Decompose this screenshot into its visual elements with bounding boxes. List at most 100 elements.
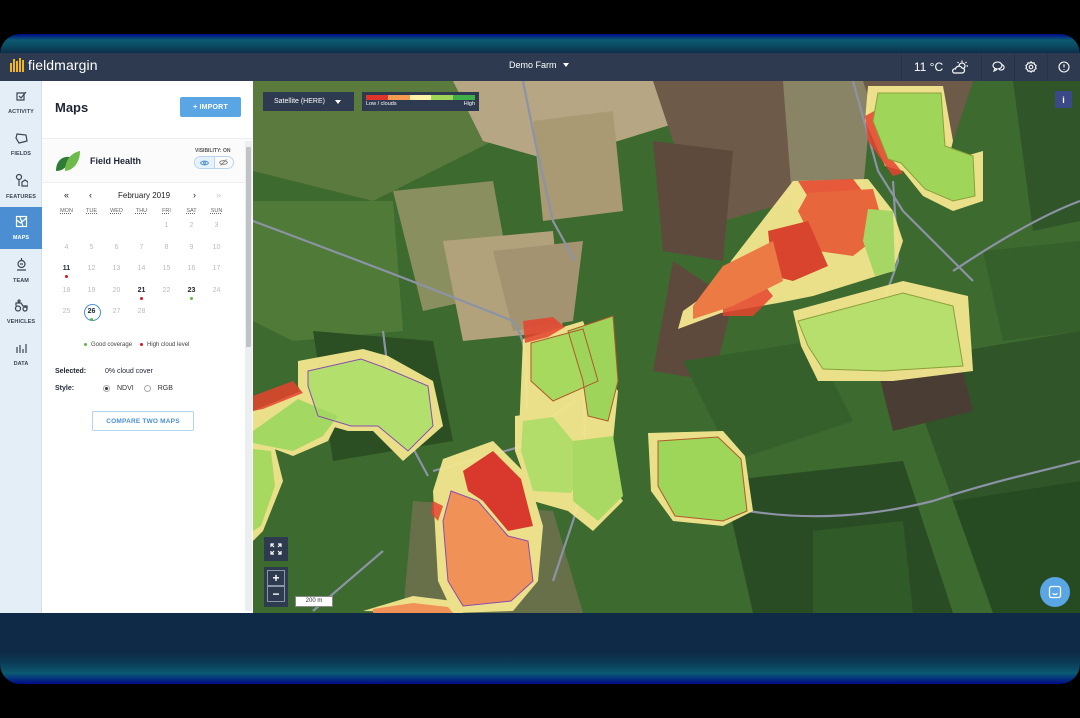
- features-icon: [15, 173, 29, 192]
- calendar-day-28: 28: [137, 308, 146, 315]
- ndvi-scale-step: [387, 95, 410, 100]
- sidebar-item-maps[interactable]: MAPS: [0, 207, 42, 249]
- calendar-day-12: 12: [87, 265, 96, 272]
- sidebar-item-activity[interactable]: ACTIVITY: [0, 81, 42, 123]
- messages-button[interactable]: [981, 53, 1014, 81]
- calendar-day-9: 9: [189, 243, 194, 251]
- calendar-day-13: 13: [112, 265, 121, 272]
- panel-scrollbar-thumb[interactable]: [246, 147, 251, 347]
- calendar-day-23[interactable]: 23: [179, 284, 204, 306]
- calendar-day-6: 6: [114, 243, 119, 251]
- satellite-map[interactable]: [253, 81, 1080, 613]
- sidebar-item-label: TEAM: [13, 277, 29, 284]
- calendar-day-20: 20: [112, 286, 121, 294]
- import-button[interactable]: + IMPORT: [180, 97, 241, 117]
- calendar-day-22: 22: [162, 286, 171, 294]
- calendar-day-11[interactable]: 11: [54, 262, 79, 284]
- high-cloud-dot-icon: [65, 275, 68, 278]
- eye-off-icon: [219, 159, 229, 166]
- style-radio-ndvi[interactable]: [103, 385, 110, 392]
- sidebar-item-label: DATA: [13, 361, 29, 367]
- partly-cloudy-icon: [952, 60, 969, 74]
- fields-icon: [14, 131, 28, 149]
- calendar-day-7: 7: [139, 243, 144, 251]
- weekday-header: WED: [110, 208, 123, 214]
- visibility-toggle[interactable]: [194, 156, 234, 169]
- zoom-out-button[interactable]: −: [267, 586, 285, 602]
- visibility-off-button[interactable]: [215, 157, 234, 168]
- selected-row: Selected: 0% cloud cover: [55, 368, 153, 375]
- calendar-day-2: 2: [189, 222, 194, 229]
- ndvi-legend: Low / clouds High: [362, 92, 479, 111]
- calendar-month: February 2019: [117, 191, 171, 200]
- sidebar-item-fields[interactable]: FIELDS: [0, 123, 42, 165]
- temperature: 11 °C: [913, 60, 944, 74]
- device-frame-bottom: [0, 612, 1080, 684]
- sidebar-item-data[interactable]: DATA: [0, 333, 42, 375]
- map-scale: 200 m: [295, 596, 333, 607]
- legend-high-label: High: [463, 101, 475, 107]
- compare-two-maps-button[interactable]: COMPARE TWO MAPS: [92, 411, 194, 431]
- calendar-day-4: 4: [64, 243, 69, 251]
- map-view[interactable]: Satellite (HERE) Low / clouds High i + −…: [253, 81, 1080, 613]
- next-month-button[interactable]: ›: [193, 190, 196, 200]
- fullscreen-button[interactable]: [264, 537, 288, 561]
- weekday-header: SUN: [210, 208, 223, 214]
- calendar-day-24: 24: [212, 286, 221, 294]
- ndvi-scale-step: [453, 95, 475, 100]
- sidebar-item-label: FIELDS: [10, 151, 32, 157]
- calendar-day-21[interactable]: 21: [129, 284, 154, 306]
- chevron-down-icon: [562, 63, 569, 67]
- layer-name: Field Health: [90, 156, 142, 166]
- style-option-ndvi[interactable]: NDVI: [117, 385, 134, 392]
- calendar-day-5: 5: [89, 243, 94, 251]
- help-button[interactable]: [1047, 53, 1080, 81]
- weather-widget[interactable]: 11 °C: [901, 53, 981, 81]
- basemap-selector[interactable]: Satellite (HERE): [263, 92, 354, 111]
- calendar-day-10: 10: [212, 243, 221, 251]
- help-icon: [1058, 61, 1070, 73]
- eye-icon: [199, 160, 209, 165]
- calendar-empty-cell: [104, 219, 129, 241]
- chat-icon: [991, 61, 1005, 73]
- calendar-empty-cell: [54, 219, 79, 241]
- style-radio-rgb[interactable]: [143, 385, 151, 392]
- calendar-day-19: 19: [87, 286, 96, 294]
- zoom-in-button[interactable]: +: [267, 570, 285, 586]
- logo-bars-icon: [10, 58, 24, 72]
- style-row: Style: NDVI RGB: [55, 385, 183, 392]
- sidebar-item-vehicles[interactable]: VEHICLES: [0, 291, 42, 333]
- style-option-rgb[interactable]: RGB: [158, 385, 173, 392]
- brand-logo[interactable]: fieldmargin: [10, 57, 98, 73]
- maps-panel: Maps + IMPORT Field Health VISIBILITY: O…: [42, 81, 253, 613]
- sidebar-item-features[interactable]: FEATURES: [0, 165, 42, 207]
- calendar-day-3: 3: [214, 222, 219, 229]
- farm-selector[interactable]: Demo Farm: [509, 60, 569, 70]
- visibility-on-button[interactable]: [195, 157, 215, 168]
- calendar-day-26[interactable]: 26: [79, 304, 104, 327]
- good-coverage-dot-icon: [90, 318, 93, 321]
- settings-button[interactable]: [1014, 53, 1047, 81]
- red-dot-icon: [140, 342, 144, 346]
- ndvi-scale-step: [431, 95, 454, 100]
- support-chat-button[interactable]: [1040, 577, 1070, 607]
- calendar-day-27: 27: [112, 308, 121, 315]
- date-calendar: « ‹ February 2019 › » MON TUE WED THU FRI SAT…: [54, 188, 234, 327]
- calendar-legend: Good coverage High cloud level: [84, 342, 189, 348]
- last-month-button[interactable]: »: [216, 190, 221, 200]
- good-coverage-dot-icon: [190, 296, 193, 300]
- weekday-header: THU: [135, 208, 148, 214]
- selected-label: Selected:: [55, 368, 87, 375]
- visibility-label: VISIBILITY: ON: [195, 148, 231, 154]
- calendar-day-16: 16: [187, 265, 196, 272]
- selected-value: 0% cloud cover: [104, 368, 153, 375]
- layer-row-field-health[interactable]: Field Health VISIBILITY: ON: [42, 139, 253, 183]
- top-bar: fieldmargin Demo Farm 11 °C: [0, 53, 1080, 81]
- map-info-button[interactable]: i: [1055, 91, 1072, 108]
- sidebar-item-team[interactable]: TEAM: [0, 249, 42, 291]
- high-cloud-dot-icon: [140, 296, 143, 300]
- ndvi-scale-step: [366, 95, 388, 100]
- calendar-day-1: 1: [164, 222, 169, 229]
- legend-good-coverage: Good coverage: [84, 342, 132, 348]
- chat-bubble-icon: [1048, 585, 1062, 599]
